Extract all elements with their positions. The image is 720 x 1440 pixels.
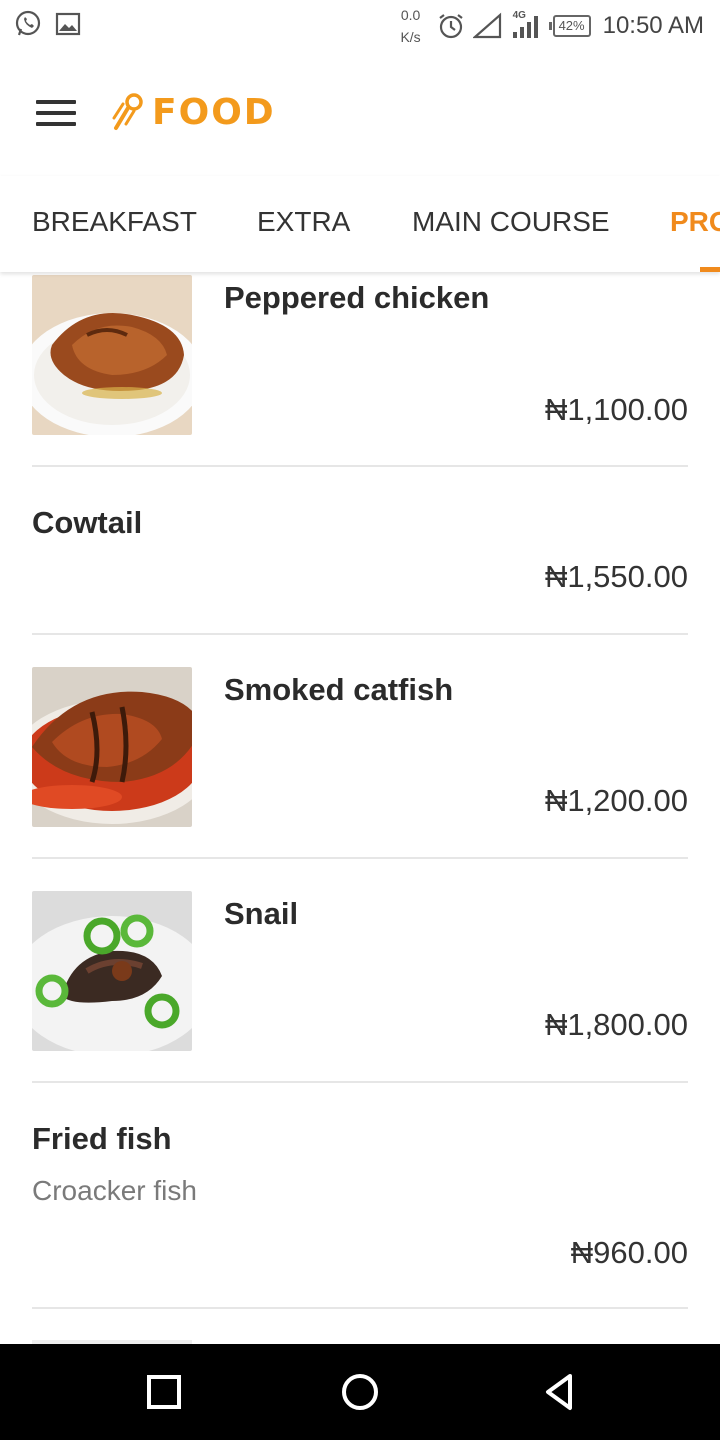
cell-signal: 4G: [511, 10, 545, 40]
item-price: ₦1,100.00: [544, 392, 688, 427]
list-item[interactable]: Smoked catfish ₦1,200.00: [32, 635, 688, 859]
tab-breakfast[interactable]: BREAKFAST: [32, 206, 197, 238]
tab-proteins[interactable]: PRO: [670, 206, 720, 238]
network-speed-unit: K/s: [400, 29, 421, 45]
peppered-chicken-image: [32, 275, 192, 435]
item-price: ₦1,200.00: [544, 783, 688, 818]
menu-list: Peppered chicken ₦1,100.00 Cowtail ₦1,55…: [0, 272, 720, 1344]
smoked-catfish-image: [32, 667, 192, 827]
item-name: Peppered chicken: [224, 280, 490, 315]
tab-extra[interactable]: EXTRA: [257, 206, 350, 238]
item-price: ₦960.00: [570, 1235, 688, 1270]
item-description: Croacker fish: [32, 1175, 197, 1206]
list-item[interactable]: Snail ₦1,800.00: [32, 859, 688, 1083]
gallery-icon: [55, 12, 81, 36]
home-icon[interactable]: [340, 1372, 380, 1412]
active-tab-indicator: [700, 267, 720, 272]
battery-indicator: 42%: [548, 15, 591, 37]
logo-text: FOOD: [152, 91, 276, 133]
item-name: Snail: [224, 896, 299, 931]
list-item[interactable]: Cowtail ₦1,550.00: [32, 467, 688, 635]
app-logo: FOOD: [112, 90, 276, 134]
recent-apps-icon[interactable]: [144, 1372, 184, 1412]
back-icon[interactable]: [540, 1372, 580, 1412]
signal-outline-icon: [472, 12, 501, 39]
rocket-logo-icon: [112, 93, 143, 130]
item-name: Cowtail: [32, 505, 143, 540]
tab-main-course[interactable]: MAIN COURSE: [412, 206, 610, 238]
category-tabs: BREAKFAST EXTRA MAIN COURSE PRO: [0, 176, 720, 272]
item-name: Fried fish: [32, 1121, 172, 1156]
list-item[interactable]: Peppered chicken ₦1,100.00: [32, 272, 688, 467]
hamburger-menu-icon[interactable]: [36, 100, 76, 126]
status-bar: 0.0 K/s 4G 42% 10:50 AM: [0, 0, 720, 52]
cell-signal-icon: [512, 16, 538, 38]
whatsapp-icon: [15, 10, 41, 36]
network-speed-value: 0.0: [400, 7, 421, 23]
item-price: ₦1,550.00: [544, 559, 688, 594]
app-bar: FOOD: [0, 52, 720, 176]
item-price: ₦1,800.00: [544, 1007, 688, 1042]
item-name: Smoked catfish: [224, 672, 454, 707]
alarm-icon: [438, 14, 463, 39]
list-item[interactable]: Fried fish Croacker fish ₦960.00: [32, 1083, 688, 1309]
clock: 10:50 AM: [602, 12, 704, 39]
network-speed: 0.0 K/s: [393, 4, 429, 48]
snail-image: [32, 891, 192, 1051]
system-nav-bar: [0, 1344, 720, 1440]
